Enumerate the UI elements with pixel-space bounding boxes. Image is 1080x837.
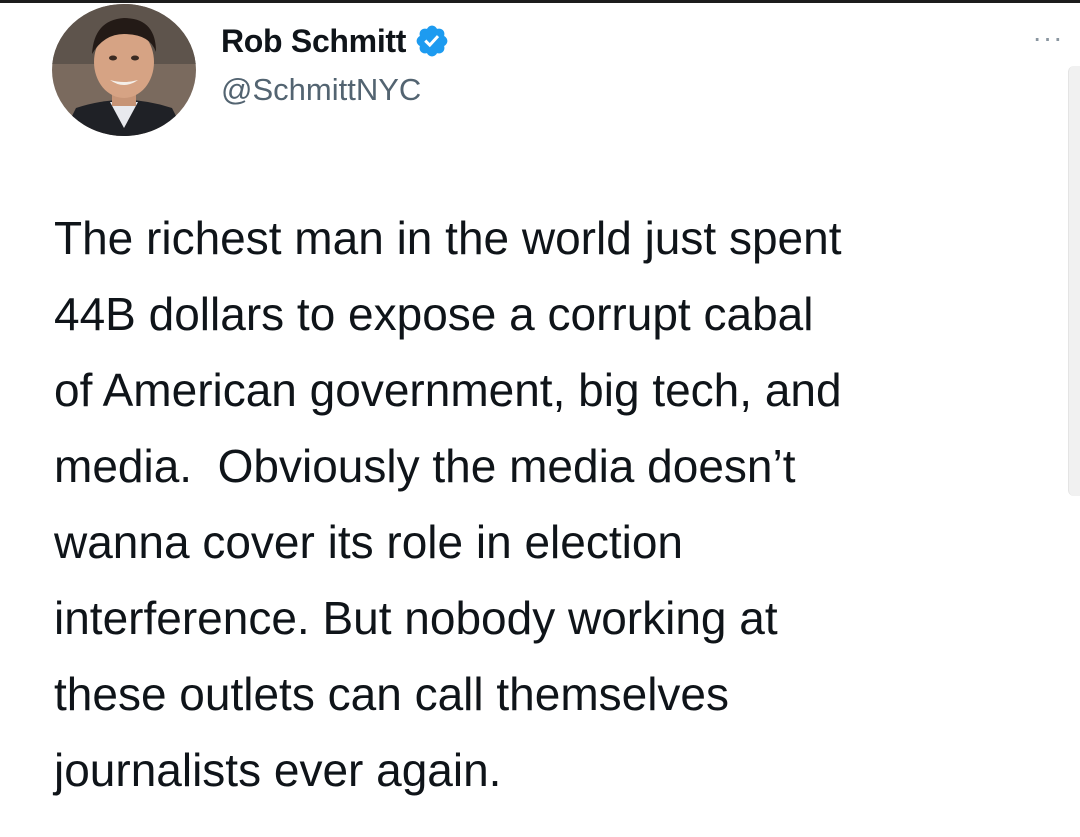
tweet-text-line: media. Obviously the media doesn’t bbox=[54, 440, 796, 492]
more-options-button[interactable]: ··· bbox=[1024, 22, 1072, 53]
author-display-name[interactable]: Rob Schmitt bbox=[221, 23, 406, 60]
author-handle[interactable]: @SchmittNYC bbox=[221, 72, 421, 108]
scrollbar[interactable] bbox=[1068, 66, 1080, 496]
tweet-text-line: The richest man in the world just spent bbox=[54, 212, 842, 264]
tweet-text-line: of American government, big tech, and bbox=[54, 364, 842, 416]
tweet-text: The richest man in the world just spent … bbox=[54, 200, 1064, 808]
tweet-text-line: journalists ever again. bbox=[54, 744, 502, 796]
author-name-row: Rob Schmitt bbox=[221, 20, 450, 62]
tweet-text-line: these outlets can call themselves bbox=[54, 668, 730, 720]
author-avatar[interactable] bbox=[52, 4, 196, 136]
top-divider bbox=[0, 0, 1080, 3]
avatar-photo-icon bbox=[52, 4, 196, 136]
tweet-text-line: wanna cover its role in election bbox=[54, 516, 683, 568]
tweet-text-line: interference. But nobody working at bbox=[54, 592, 778, 644]
tweet-text-line: 44B dollars to expose a corrupt cabal bbox=[54, 288, 814, 340]
verified-badge-icon bbox=[414, 23, 450, 59]
